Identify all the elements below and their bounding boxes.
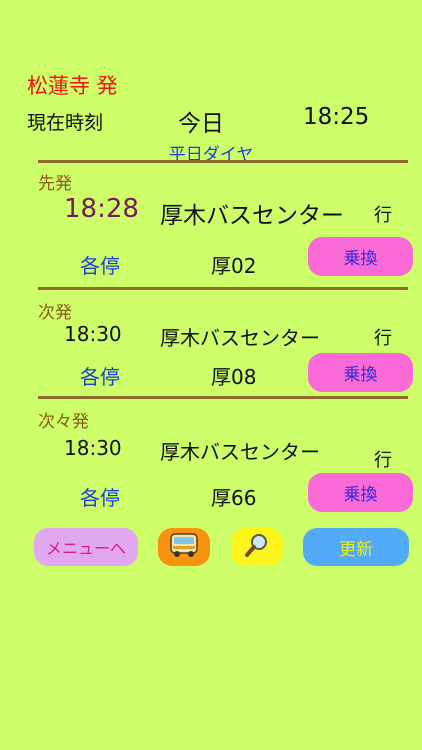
transfer-button-first[interactable]: 乗換 (308, 237, 413, 276)
destination-next: 厚木バスセンター (160, 326, 320, 350)
route-number-after-next: 厚66 (211, 486, 257, 510)
departure-label-next: 次発 (38, 303, 72, 323)
bound-label-first: 行 (374, 205, 392, 226)
bus-icon (169, 532, 199, 563)
refresh-button[interactable]: 更新 (303, 528, 409, 566)
transfer-button-after-next[interactable]: 乗換 (308, 473, 413, 512)
current-time-label: 現在時刻 (27, 112, 104, 134)
departure-time-first: 18:28 (64, 194, 139, 224)
transfer-button-next[interactable]: 乗換 (308, 353, 413, 392)
service-type-next: 各停 (80, 365, 120, 389)
route-number-first: 厚02 (211, 254, 257, 278)
service-type-first: 各停 (80, 254, 120, 278)
day-label: 今日 (178, 111, 224, 137)
departure-time-after-next: 18:30 (64, 436, 122, 460)
departure-label-first: 先発 (38, 174, 72, 194)
bus-button[interactable] (158, 528, 210, 566)
route-number-next: 厚08 (211, 365, 257, 389)
service-type-after-next: 各停 (80, 486, 120, 510)
menu-button[interactable]: メニューへ (34, 528, 138, 566)
current-time: 18:25 (303, 104, 370, 130)
stop-title: 松蓮寺 発 (27, 74, 118, 98)
divider (38, 396, 408, 399)
bound-label-after-next: 行 (374, 450, 392, 471)
divider (38, 160, 408, 163)
search-button[interactable] (231, 528, 283, 566)
magnifier-icon (243, 531, 271, 564)
destination-after-next: 厚木バスセンター (160, 440, 320, 464)
departure-label-after-next: 次々発 (38, 412, 89, 432)
bound-label-next: 行 (374, 328, 392, 349)
destination-first: 厚木バスセンター (160, 203, 344, 229)
departure-time-next: 18:30 (64, 322, 122, 346)
divider (38, 287, 408, 290)
